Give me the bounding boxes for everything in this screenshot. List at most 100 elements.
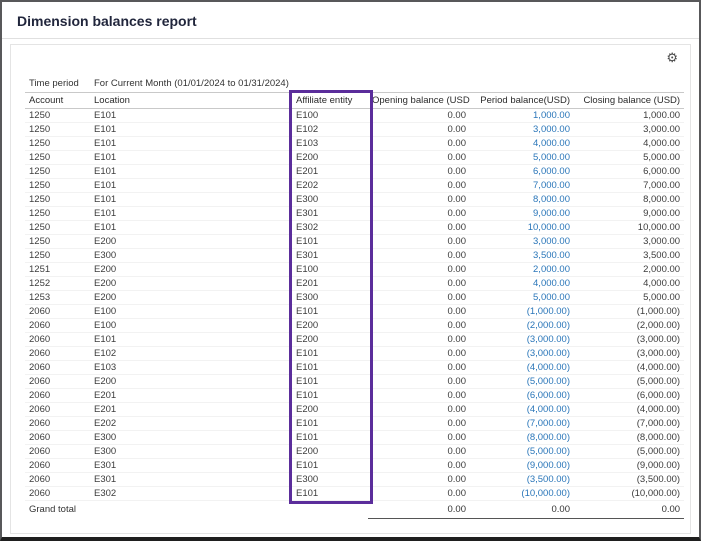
cell-opening: 0.00 bbox=[368, 458, 470, 472]
table-row: 1250E101E2000.005,000.005,000.00 bbox=[25, 150, 684, 164]
grand-total-opening: 0.00 bbox=[368, 500, 470, 518]
cell-closing: 3,000.00 bbox=[574, 122, 684, 136]
cell-period[interactable]: 4,000.00 bbox=[470, 136, 574, 150]
cell-closing: 2,000.00 bbox=[574, 262, 684, 276]
cell-closing: (10,000.00) bbox=[574, 486, 684, 500]
cell-affiliate: E103 bbox=[292, 136, 368, 150]
cell-location: E301 bbox=[90, 472, 292, 486]
cell-period[interactable]: (6,000.00) bbox=[470, 388, 574, 402]
cell-closing: 5,000.00 bbox=[574, 150, 684, 164]
cell-period[interactable]: 10,000.00 bbox=[470, 220, 574, 234]
time-period-value: For Current Month (01/01/2024 to 01/31/2… bbox=[90, 75, 684, 92]
cell-account: 2060 bbox=[25, 346, 90, 360]
cell-period[interactable]: 9,000.00 bbox=[470, 206, 574, 220]
table-row: 1250E101E2020.007,000.007,000.00 bbox=[25, 178, 684, 192]
cell-account: 1250 bbox=[25, 248, 90, 262]
cell-period[interactable]: (8,000.00) bbox=[470, 430, 574, 444]
cell-account: 1250 bbox=[25, 178, 90, 192]
col-account: Account bbox=[25, 92, 90, 108]
cell-period[interactable]: 5,000.00 bbox=[470, 150, 574, 164]
cell-period[interactable]: (3,000.00) bbox=[470, 332, 574, 346]
cell-opening: 0.00 bbox=[368, 136, 470, 150]
cell-account: 2060 bbox=[25, 402, 90, 416]
cell-account: 1250 bbox=[25, 136, 90, 150]
grand-total-closing: 0.00 bbox=[574, 500, 684, 518]
balances-table: Time period For Current Month (01/01/202… bbox=[25, 75, 684, 519]
cell-closing: 7,000.00 bbox=[574, 178, 684, 192]
cell-opening: 0.00 bbox=[368, 486, 470, 500]
table-row: 2060E100E2000.00(2,000.00)(2,000.00) bbox=[25, 318, 684, 332]
cell-closing: (7,000.00) bbox=[574, 416, 684, 430]
cell-period[interactable]: (1,000.00) bbox=[470, 304, 574, 318]
table-row: 2060E202E1010.00(7,000.00)(7,000.00) bbox=[25, 416, 684, 430]
cell-closing: (4,000.00) bbox=[574, 402, 684, 416]
cell-period[interactable]: 3,000.00 bbox=[470, 234, 574, 248]
cell-affiliate: E300 bbox=[292, 290, 368, 304]
table-row: 2060E201E2000.00(4,000.00)(4,000.00) bbox=[25, 402, 684, 416]
cell-account: 1250 bbox=[25, 164, 90, 178]
cell-affiliate: E300 bbox=[292, 472, 368, 486]
table-row: 1250E300E3010.003,500.003,500.00 bbox=[25, 248, 684, 262]
cell-affiliate: E200 bbox=[292, 318, 368, 332]
cell-period[interactable]: 5,000.00 bbox=[470, 290, 574, 304]
cell-location: E101 bbox=[90, 178, 292, 192]
cell-period[interactable]: 3,500.00 bbox=[470, 248, 574, 262]
cell-closing: (5,000.00) bbox=[574, 374, 684, 388]
cell-period[interactable]: (3,500.00) bbox=[470, 472, 574, 486]
cell-closing: (6,000.00) bbox=[574, 388, 684, 402]
cell-period[interactable]: (10,000.00) bbox=[470, 486, 574, 500]
cell-affiliate: E301 bbox=[292, 248, 368, 262]
cell-account: 1250 bbox=[25, 206, 90, 220]
cell-account: 2060 bbox=[25, 374, 90, 388]
settings-gear-icon[interactable]: ⚙ bbox=[666, 51, 678, 64]
cell-location: E101 bbox=[90, 164, 292, 178]
cell-period[interactable]: (2,000.00) bbox=[470, 318, 574, 332]
col-location: Location bbox=[90, 92, 292, 108]
table-row: 1250E101E3020.0010,000.0010,000.00 bbox=[25, 220, 684, 234]
cell-account: 1250 bbox=[25, 122, 90, 136]
table-row: 1250E101E2010.006,000.006,000.00 bbox=[25, 164, 684, 178]
cell-period[interactable]: 1,000.00 bbox=[470, 108, 574, 122]
cell-location: E200 bbox=[90, 234, 292, 248]
cell-period[interactable]: 8,000.00 bbox=[470, 192, 574, 206]
cell-affiliate: E101 bbox=[292, 234, 368, 248]
cell-affiliate: E101 bbox=[292, 346, 368, 360]
cell-affiliate: E202 bbox=[292, 178, 368, 192]
cell-period[interactable]: 7,000.00 bbox=[470, 178, 574, 192]
cell-period[interactable]: 4,000.00 bbox=[470, 276, 574, 290]
cell-account: 2060 bbox=[25, 416, 90, 430]
cell-opening: 0.00 bbox=[368, 374, 470, 388]
cell-opening: 0.00 bbox=[368, 360, 470, 374]
cell-account: 2060 bbox=[25, 360, 90, 374]
cell-account: 1250 bbox=[25, 220, 90, 234]
cell-period[interactable]: (4,000.00) bbox=[470, 402, 574, 416]
col-opening-balance: Opening balance (USD) bbox=[368, 92, 470, 108]
cell-opening: 0.00 bbox=[368, 234, 470, 248]
table-row: 2060E301E1010.00(9,000.00)(9,000.00) bbox=[25, 458, 684, 472]
cell-period[interactable]: (5,000.00) bbox=[470, 444, 574, 458]
col-period-balance: Period balance(USD) bbox=[470, 92, 574, 108]
cell-location: E202 bbox=[90, 416, 292, 430]
cell-period[interactable]: (9,000.00) bbox=[470, 458, 574, 472]
grand-total-row: Grand total 0.00 0.00 0.00 bbox=[25, 500, 684, 518]
table-row: 2060E102E1010.00(3,000.00)(3,000.00) bbox=[25, 346, 684, 360]
cell-affiliate: E102 bbox=[292, 122, 368, 136]
cell-account: 2060 bbox=[25, 332, 90, 346]
cell-period[interactable]: (4,000.00) bbox=[470, 360, 574, 374]
cell-period[interactable]: (7,000.00) bbox=[470, 416, 574, 430]
col-closing-balance: Closing balance (USD) bbox=[574, 92, 684, 108]
cell-period[interactable]: 3,000.00 bbox=[470, 122, 574, 136]
cell-closing: 9,000.00 bbox=[574, 206, 684, 220]
cell-opening: 0.00 bbox=[368, 164, 470, 178]
time-period-label: Time period bbox=[25, 75, 90, 92]
cell-account: 1252 bbox=[25, 276, 90, 290]
cell-closing: 1,000.00 bbox=[574, 108, 684, 122]
cell-period[interactable]: (3,000.00) bbox=[470, 346, 574, 360]
cell-location: E200 bbox=[90, 374, 292, 388]
cell-period[interactable]: (5,000.00) bbox=[470, 374, 574, 388]
cell-period[interactable]: 6,000.00 bbox=[470, 164, 574, 178]
cell-location: E300 bbox=[90, 444, 292, 458]
cell-opening: 0.00 bbox=[368, 192, 470, 206]
cell-period[interactable]: 2,000.00 bbox=[470, 262, 574, 276]
table-row: 2060E201E1010.00(6,000.00)(6,000.00) bbox=[25, 388, 684, 402]
